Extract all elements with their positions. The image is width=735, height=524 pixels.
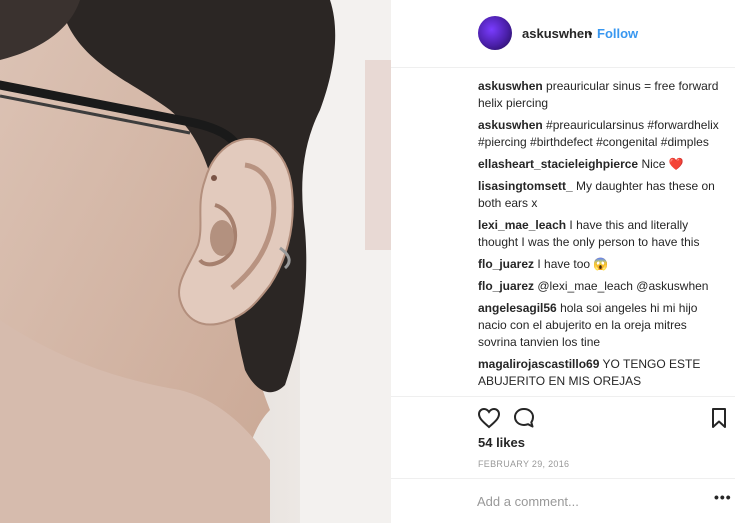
comment-item: askuswhen #preauricularsinus #forwardhel… bbox=[478, 117, 723, 151]
add-comment-bar: ••• bbox=[391, 478, 735, 524]
comment-username[interactable]: flo_juarez bbox=[478, 279, 534, 293]
comment-username[interactable]: askuswhen bbox=[478, 118, 543, 132]
comment-item: askuswhen preauricular sinus = free forw… bbox=[478, 78, 723, 112]
separator-dot: • bbox=[588, 26, 593, 41]
follow-button[interactable]: Follow bbox=[597, 26, 638, 41]
comment-item: angelesagil56 hola soi angeles hi mi hij… bbox=[478, 300, 723, 351]
comment-username[interactable]: lexi_mae_leach bbox=[478, 218, 566, 232]
comment-username[interactable]: ellasheart_stacieleighpierce bbox=[478, 157, 638, 171]
comment-text: Nice ❤️ bbox=[641, 157, 684, 171]
comment-mentions[interactable]: @lexi_mae_leach @askuswhen bbox=[537, 279, 708, 293]
comment-username[interactable]: magalirojascastillo69 bbox=[478, 357, 599, 371]
more-options-button[interactable]: ••• bbox=[714, 489, 732, 505]
post-date: FEBRUARY 29, 2016 bbox=[478, 459, 570, 469]
comment-item: flo_juarez I have too 😱 bbox=[478, 256, 723, 273]
post-sidebar: askuswhen • Follow askuswhen preauricula… bbox=[391, 0, 735, 523]
comment-item: lisasingtomsett_ My daughter has these o… bbox=[478, 178, 723, 212]
comment-bubble-icon[interactable] bbox=[512, 406, 536, 430]
comment-item: lexi_mae_leach I have this and literally… bbox=[478, 217, 723, 251]
heart-icon[interactable] bbox=[477, 406, 501, 430]
add-comment-input[interactable] bbox=[477, 491, 697, 511]
ear-photo-illustration bbox=[0, 0, 391, 523]
avatar[interactable] bbox=[478, 16, 512, 50]
comment-item: magalirojascastillo69 YO TENGO ESTE ABUJ… bbox=[478, 356, 723, 390]
comment-username[interactable]: flo_juarez bbox=[478, 257, 534, 271]
post-photo[interactable] bbox=[0, 0, 391, 523]
comment-username[interactable]: askuswhen bbox=[478, 79, 543, 93]
bookmark-icon[interactable] bbox=[707, 406, 731, 430]
comment-username[interactable]: angelesagil56 bbox=[478, 301, 557, 315]
comment-item: ellasheart_stacieleighpierce Nice ❤️ bbox=[478, 156, 723, 173]
comment-text: I have too 😱 bbox=[537, 257, 609, 271]
action-bar bbox=[391, 396, 735, 437]
header-username[interactable]: askuswhen bbox=[522, 26, 592, 41]
likes-count[interactable]: 54 likes bbox=[478, 435, 525, 450]
instagram-post: askuswhen • Follow askuswhen preauricula… bbox=[0, 0, 735, 523]
comment-item: flo_juarez @lexi_mae_leach @askuswhen bbox=[478, 278, 723, 295]
comment-list: askuswhen preauricular sinus = free forw… bbox=[478, 78, 723, 395]
post-header: askuswhen • Follow bbox=[391, 0, 735, 68]
comment-username[interactable]: lisasingtomsett_ bbox=[478, 179, 573, 193]
